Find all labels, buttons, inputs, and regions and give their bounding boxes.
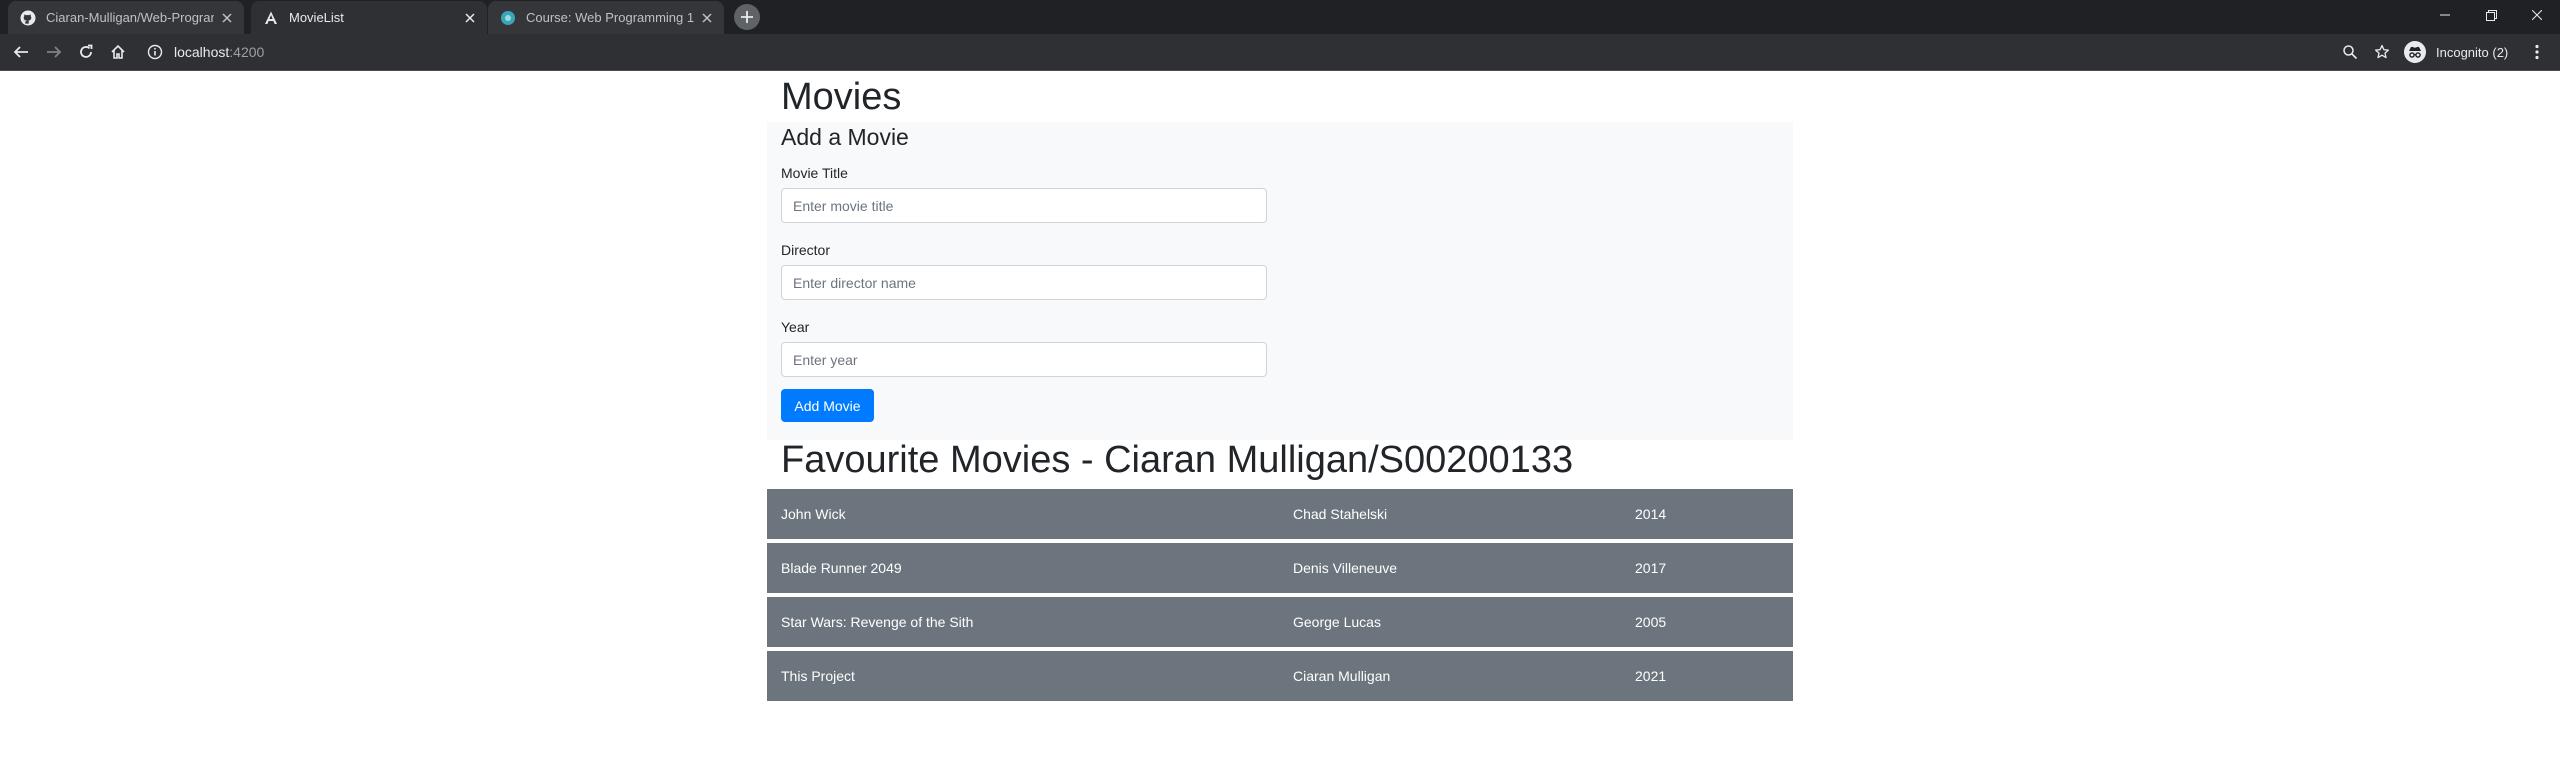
bookmark-star-icon[interactable]: [2366, 34, 2398, 70]
address-bar[interactable]: localhost:4200: [174, 43, 264, 61]
browser-menu-icon[interactable]: [2521, 34, 2553, 70]
incognito-profile-button[interactable]: Incognito (2): [2404, 38, 2508, 66]
tab-close-icon[interactable]: [220, 11, 234, 25]
table-row: John Wick Chad Stahelski 2014: [767, 489, 1793, 539]
home-icon[interactable]: [102, 34, 134, 70]
tab-title: MovieList: [289, 10, 344, 25]
form-heading: Add a Movie: [781, 124, 909, 150]
movie-title-cell: Star Wars: Revenge of the Sith: [781, 614, 974, 630]
movie-year-cell: 2017: [1635, 560, 1667, 576]
forward-icon[interactable]: [38, 34, 70, 70]
table-row: Star Wars: Revenge of the Sith George Lu…: [767, 597, 1793, 647]
address-port: :4200: [229, 44, 265, 60]
site-info-icon[interactable]: [146, 43, 164, 61]
browser-tab-github[interactable]: Ciaran-Mulligan/Web-Programming: [8, 1, 244, 34]
tab-close-icon[interactable]: [700, 11, 714, 25]
restore-icon[interactable]: [2468, 0, 2514, 30]
tab-title: Ciaran-Mulligan/Web-Programming: [46, 10, 214, 25]
movie-director-cell: Chad Stahelski: [1293, 506, 1388, 522]
angular-icon: [263, 10, 279, 26]
back-icon[interactable]: [5, 34, 37, 70]
movie-title-input[interactable]: [781, 188, 1267, 223]
moodle-icon: [500, 10, 516, 26]
table-row: Blade Runner 2049 Denis Villeneuve 2017: [767, 543, 1793, 593]
reload-icon[interactable]: [70, 34, 102, 70]
movie-director-cell: Ciaran Mulligan: [1293, 668, 1391, 684]
year-label: Year: [781, 319, 810, 335]
year-input[interactable]: [781, 342, 1267, 377]
movie-director-cell: George Lucas: [1293, 614, 1381, 630]
close-window-icon[interactable]: [2514, 0, 2560, 30]
movie-year-cell: 2005: [1635, 614, 1667, 630]
address-host: localhost: [174, 44, 230, 60]
tab-title: Course: Web Programming 1 (CC: [526, 10, 694, 25]
director-label: Director: [781, 242, 831, 258]
browser-toolbar: localhost:4200 Incognito (2): [0, 34, 2560, 70]
browser-tab-strip: Ciaran-Mulligan/Web-Programming MovieLis…: [0, 0, 2560, 34]
movie-title-cell: This Project: [781, 668, 855, 684]
favourites-title: Favourite Movies - Ciaran Mulligan/S0020…: [781, 439, 1574, 481]
toolbar-divider: [0, 70, 2560, 71]
page-title: Movies: [781, 76, 902, 118]
new-tab-button[interactable]: [734, 4, 760, 30]
favourite-movies-table: John Wick Chad Stahelski 2014 Blade Runn…: [767, 489, 1793, 705]
movie-year-cell: 2014: [1635, 506, 1667, 522]
browser-tab-moodle[interactable]: Course: Web Programming 1 (CC: [488, 1, 724, 34]
movie-director-cell: Denis Villeneuve: [1293, 560, 1398, 576]
movie-year-cell: 2021: [1635, 668, 1667, 684]
add-movie-form: Add a Movie Movie Title Director Year Ad…: [767, 122, 1793, 440]
incognito-label: Incognito (2): [2436, 44, 2509, 60]
incognito-icon: [2404, 41, 2426, 63]
tab-close-icon[interactable]: [463, 11, 477, 25]
movie-title-cell: Blade Runner 2049: [781, 560, 902, 576]
add-movie-button[interactable]: Add Movie: [781, 389, 874, 422]
director-input[interactable]: [781, 265, 1267, 300]
browser-tab-movielist[interactable]: MovieList: [251, 1, 487, 34]
minimize-icon[interactable]: [2422, 0, 2468, 30]
github-icon: [20, 10, 36, 26]
zoom-icon[interactable]: [2334, 34, 2366, 70]
table-row: This Project Ciaran Mulligan 2021: [767, 651, 1793, 701]
movie-title-cell: John Wick: [781, 506, 846, 522]
movie-title-label: Movie Title: [781, 165, 848, 181]
